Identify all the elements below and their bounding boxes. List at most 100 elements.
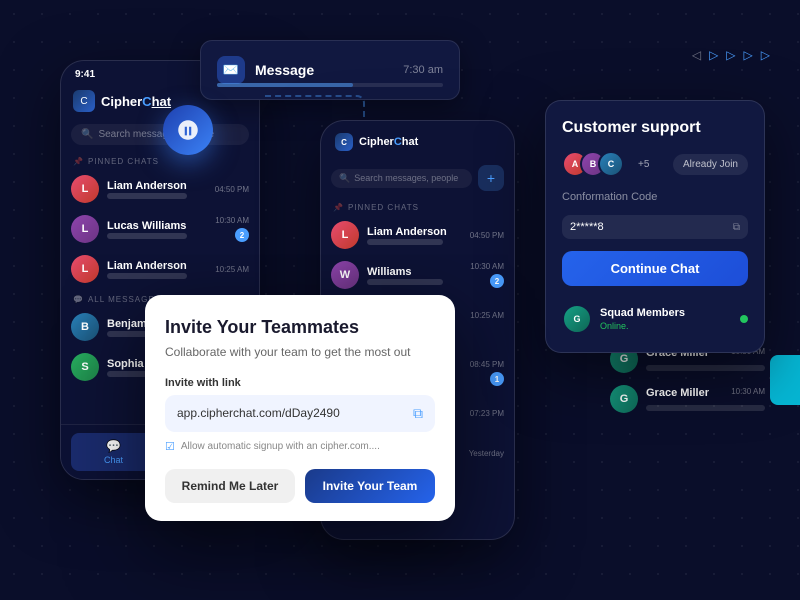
chat-item[interactable]: L Liam Anderson 04:50 PM (321, 215, 514, 255)
continue-chat-button[interactable]: Continue Chat (562, 251, 748, 286)
member-plus-count: +5 (638, 159, 649, 170)
squad-title: Squad Members (600, 307, 685, 319)
pin-icon-center: 📌 (333, 203, 344, 212)
cyan-action-button[interactable] (770, 355, 800, 405)
modal-actions: Remind Me Later Invite Your Team (165, 469, 435, 503)
chat-info: Williams (367, 266, 462, 285)
chat-info: Liam Anderson (107, 260, 207, 279)
invite-team-button[interactable]: Invite Your Team (305, 469, 435, 503)
chat-time: 10:25 AM (215, 265, 249, 274)
nav-next-3[interactable]: ▷ (744, 48, 753, 62)
auto-signup-row: ☑ Allow automatic signup with an cipher.… (165, 440, 435, 453)
nav-next-4[interactable]: ▷ (761, 48, 770, 62)
app-logo-center: C (335, 133, 353, 151)
tab-chat[interactable]: 💬 Chat (71, 433, 156, 471)
chat-name: Lucas Williams (107, 220, 207, 232)
chat-meta: Yesterday (469, 449, 504, 458)
invite-link-url: app.cipherchat.com/dDay2490 (177, 406, 340, 420)
phone-center-search-row: 🔍 Search messages, people + (321, 155, 514, 197)
message-progress-fill (217, 83, 353, 87)
chat-item[interactable]: L Lucas Williams 10:30 AM 2 (61, 209, 259, 249)
messages-icon: 💬 (73, 295, 84, 304)
chat-meta: 04:50 PM (470, 231, 504, 240)
confirmation-input-row: 2*****8 ⧉ (562, 215, 748, 239)
message-time: 7:30 am (403, 64, 443, 76)
checkbox-icon: ☑ (165, 440, 175, 453)
confirmation-code-row: Conformation Code (562, 191, 748, 203)
search-bar-center[interactable]: 🔍 Search messages, people (331, 169, 472, 188)
invite-teammates-modal: Invite Your Teammates Collaborate with y… (145, 295, 455, 521)
app-logo: C (73, 90, 95, 112)
chat-name: Liam Anderson (367, 226, 462, 238)
chat-time: Yesterday (469, 449, 504, 458)
nav-next-2[interactable]: ▷ (726, 48, 735, 62)
member-avatar: C (598, 151, 624, 177)
search-bar-left[interactable]: 🔍 Search messages, people (71, 124, 249, 145)
search-placeholder-center: Search messages, people (354, 173, 458, 183)
member-avatars: A B C (562, 151, 624, 177)
chat-time: 04:50 PM (470, 231, 504, 240)
chat-meta: 10:30 AM 2 (215, 216, 249, 242)
grace-time: 10:30 AM (731, 387, 765, 402)
chat-preview-bar (107, 233, 187, 239)
chat-time: 04:50 PM (215, 185, 249, 194)
chat-preview-bar (107, 273, 187, 279)
grace-info: Grace Miller 10:30 AM (646, 387, 765, 411)
status-time: 9:41 (75, 69, 95, 80)
chat-item[interactable]: L Liam Anderson 10:25 AM (61, 249, 259, 289)
chat-info: Liam Anderson (107, 180, 207, 199)
chat-name: Williams (367, 266, 462, 278)
message-progress-bar (217, 83, 443, 87)
confirmation-input[interactable]: 2*****8 ⧉ (562, 215, 748, 239)
chat-item[interactable]: L Liam Anderson 04:50 PM (61, 169, 259, 209)
pinned-chats-label: 📌 PINNED CHATS (61, 151, 259, 169)
chat-time: 08:45 PM (470, 360, 504, 369)
chat-meta: 10:25 AM (215, 265, 249, 274)
chat-meta: 07:23 PM (470, 409, 504, 418)
add-button-center[interactable]: + (478, 165, 504, 191)
grace-chat-item-3[interactable]: G Grace Miller 10:30 AM (610, 385, 765, 413)
avatar: W (331, 261, 359, 289)
online-status: Online. (600, 321, 685, 331)
message-icon: ✉️ (217, 56, 245, 84)
avatar: L (71, 175, 99, 203)
nav-next-1[interactable]: ▷ (709, 48, 718, 62)
chat-name: Liam Anderson (107, 180, 207, 192)
remind-me-later-button[interactable]: Remind Me Later (165, 469, 295, 503)
app-name-left: CipherChat (101, 94, 171, 109)
chat-time: 10:30 AM (215, 216, 249, 225)
chat-info: Lucas Williams (107, 220, 207, 239)
chat-preview-bar (107, 193, 187, 199)
search-icon: 🔍 (81, 129, 93, 140)
chat-time: 10:30 AM (470, 262, 504, 271)
chat-name: Liam Anderson (107, 260, 207, 272)
nav-prev[interactable]: ◁ (692, 48, 701, 62)
invite-modal-title: Invite Your Teammates (165, 317, 435, 338)
status-bar-center: C CipherChat (321, 121, 514, 155)
pin-icon: 📌 (73, 157, 84, 166)
grace-preview-bar (646, 365, 765, 371)
nav-arrows: ◁ ▷ ▷ ▷ ▷ (692, 48, 770, 62)
already-join-button[interactable]: Already Join (673, 154, 748, 175)
pinned-label-center: 📌 PINNED CHATS (321, 197, 514, 215)
avatar: B (71, 313, 99, 341)
chat-preview-bar (367, 279, 443, 285)
avatar: L (71, 215, 99, 243)
chat-tab-icon: 💬 (106, 439, 121, 453)
grace-name: Grace Miller (646, 387, 709, 399)
unread-badge: 2 (490, 274, 504, 288)
chat-preview-bar (367, 239, 443, 245)
search-icon: 🔍 (339, 173, 350, 184)
avatar: L (331, 221, 359, 249)
support-members-row: A B C +5 Already Join (562, 151, 748, 177)
copy-link-button[interactable]: ⧉ (413, 405, 423, 422)
confirmation-label: Conformation Code (562, 191, 657, 203)
chat-item[interactable]: W Williams 10:30 AM 2 (321, 255, 514, 295)
chat-meta: 04:50 PM (215, 185, 249, 194)
copy-icon[interactable]: ⧉ (733, 222, 740, 233)
avatar: S (71, 353, 99, 381)
chat-info: Liam Anderson (367, 226, 462, 245)
confirmation-code-value: 2*****8 (570, 221, 604, 233)
online-dot (740, 315, 748, 323)
avatar: G (610, 385, 638, 413)
